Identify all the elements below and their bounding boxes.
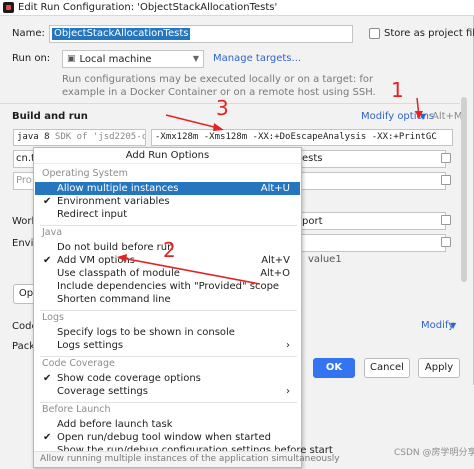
- add-run-options-popup: Add Run Options Operating System Allow mu…: [33, 147, 340, 468]
- menu-item-label: Redirect input: [57, 209, 128, 220]
- menu-item-label: Allow multiple instances: [57, 183, 179, 194]
- checkmark-icon: ✔: [43, 432, 52, 443]
- menu-item-allow-multiple-instances[interactable]: Allow multiple instances Alt+U: [35, 182, 300, 195]
- menu-item-open-run-debug-tool-window-when-started[interactable]: ✔ Open run/debug tool window when started: [35, 431, 300, 444]
- menu-item-label: Add before launch task: [57, 419, 173, 430]
- annotation-number-3: 3: [216, 96, 229, 120]
- menu-item-label: Do not build before run: [57, 242, 174, 253]
- menu-item-label: Coverage settings: [57, 386, 148, 397]
- monitor-icon: ▣: [67, 54, 76, 64]
- name-input-selected-text[interactable]: ObjectStackAllocationTests: [52, 28, 191, 40]
- menu-item-shortcut: Alt+O: [260, 268, 290, 279]
- program-arguments-prefix: Pro: [16, 175, 32, 186]
- jre-select[interactable]: java 8 SDK of 'jsd2205-c: [13, 129, 146, 146]
- menu-item-label: Open run/debug tool window when started: [57, 432, 271, 443]
- modify-options-chevron-icon: ▼: [420, 112, 427, 121]
- run-on-select[interactable]: ▣ Local machine ▼: [62, 50, 204, 68]
- menu-group-code-coverage: Code Coverage: [42, 358, 115, 369]
- divider: [0, 103, 460, 104]
- cancel-button[interactable]: Cancel: [364, 358, 410, 378]
- menu-item-use-classpath-of-module[interactable]: Use classpath of module Alt+O: [35, 267, 300, 280]
- menu-item-include-dependencies-with-provided-scope[interactable]: Include dependencies with "Provided" sco…: [35, 280, 300, 293]
- menu-item-environment-variables[interactable]: ✔ Environment variables: [35, 195, 300, 208]
- menu-group-before-launch: Before Launch: [42, 404, 111, 415]
- chevron-down-icon: ▼: [192, 54, 199, 63]
- vm-options-input[interactable]: -Xmx128m -Xms128m -XX:+DoEscapeAnalysis …: [151, 129, 453, 146]
- modify-options-shortcut: Alt+M: [432, 111, 463, 122]
- menu-item-shortcut: Alt+V: [261, 255, 290, 266]
- menu-item-shortcut: Alt+U: [260, 183, 290, 194]
- main-class-tail: ests: [302, 153, 323, 164]
- menu-separator: [40, 310, 297, 311]
- store-as-project-file-label: Store as project file: [384, 28, 474, 39]
- menu-group-java: Java: [42, 227, 63, 238]
- environment-variables-input[interactable]: [296, 234, 446, 252]
- modify-coverage-chevron-icon: ▼: [450, 321, 457, 330]
- menu-group-operating-system: Operating System: [42, 168, 128, 179]
- window-title: Edit Run Configuration: 'ObjectStackAllo…: [18, 2, 278, 13]
- menu-separator: [40, 402, 297, 403]
- folder-icon[interactable]: [441, 215, 451, 225]
- submenu-chevron-icon: ›: [286, 340, 290, 351]
- manage-targets-link[interactable]: Manage targets...: [213, 53, 301, 64]
- run-on-value: Local machine: [79, 53, 152, 65]
- expand-icon[interactable]: [441, 175, 451, 185]
- menu-item-shorten-command-line[interactable]: Shorten command line: [35, 293, 300, 306]
- jre-sdk-hint: SDK of 'jsd2205-c: [49, 132, 146, 142]
- popup-footer-hint: Allow running multiple instances of the …: [34, 451, 340, 467]
- menu-item-label: Show code coverage options: [57, 373, 201, 384]
- apply-button[interactable]: Apply: [418, 358, 460, 378]
- menu-item-label: Add VM options: [57, 255, 136, 266]
- menu-item-label: Shorten command line: [57, 294, 171, 305]
- title-bar: Edit Run Configuration: 'ObjectStackAllo…: [0, 0, 474, 16]
- menu-separator: [40, 356, 297, 357]
- run-on-label: Run on:: [12, 53, 51, 64]
- menu-item-label: Specify logs to be shown in console: [57, 327, 235, 338]
- annotation-number-1: 1: [391, 78, 404, 102]
- menu-item-label: Environment variables: [57, 196, 170, 207]
- annotation-number-2: 2: [163, 238, 176, 262]
- submenu-chevron-icon: ›: [286, 386, 290, 397]
- scrollbar[interactable]: [461, 97, 467, 282]
- menu-item-label: Use classpath of module: [57, 268, 180, 279]
- menu-item-logs-settings[interactable]: Logs settings ›: [35, 339, 300, 352]
- menu-item-show-code-coverage-options[interactable]: ✔ Show code coverage options: [35, 372, 300, 385]
- jre-value: java 8: [17, 132, 50, 142]
- intellij-app-icon: [3, 2, 14, 13]
- store-as-project-file-checkbox[interactable]: [369, 28, 380, 39]
- popup-title: Add Run Options: [34, 148, 301, 164]
- edit-env-icon[interactable]: [441, 237, 451, 247]
- menu-item-add-before-launch-task[interactable]: Add before launch task: [35, 418, 300, 431]
- environment-variables-value: value1: [308, 254, 342, 265]
- name-label: Name:: [12, 28, 45, 39]
- checkmark-icon: ✔: [43, 255, 52, 266]
- menu-separator: [40, 225, 297, 226]
- browse-icon[interactable]: [441, 153, 451, 163]
- menu-group-logs: Logs: [42, 312, 64, 323]
- menu-item-label: Logs settings: [57, 340, 124, 351]
- run-on-hint-line1: Run configurations may be executed local…: [62, 74, 374, 85]
- ok-button[interactable]: OK: [313, 358, 355, 378]
- checkmark-icon: ✔: [43, 373, 52, 384]
- checkmark-icon: ✔: [43, 196, 52, 207]
- watermark: CSDN @房学明分享: [394, 448, 474, 458]
- working-directory-tail: port: [302, 216, 323, 227]
- menu-item-label: Include dependencies with "Provided" sco…: [57, 281, 280, 292]
- menu-item-coverage-settings[interactable]: Coverage settings ›: [35, 385, 300, 398]
- build-and-run-heading: Build and run: [12, 111, 88, 122]
- menu-item-redirect-input[interactable]: Redirect input: [35, 208, 300, 221]
- menu-item-specify-logs-to-be-shown-in-console[interactable]: Specify logs to be shown in console: [35, 326, 300, 339]
